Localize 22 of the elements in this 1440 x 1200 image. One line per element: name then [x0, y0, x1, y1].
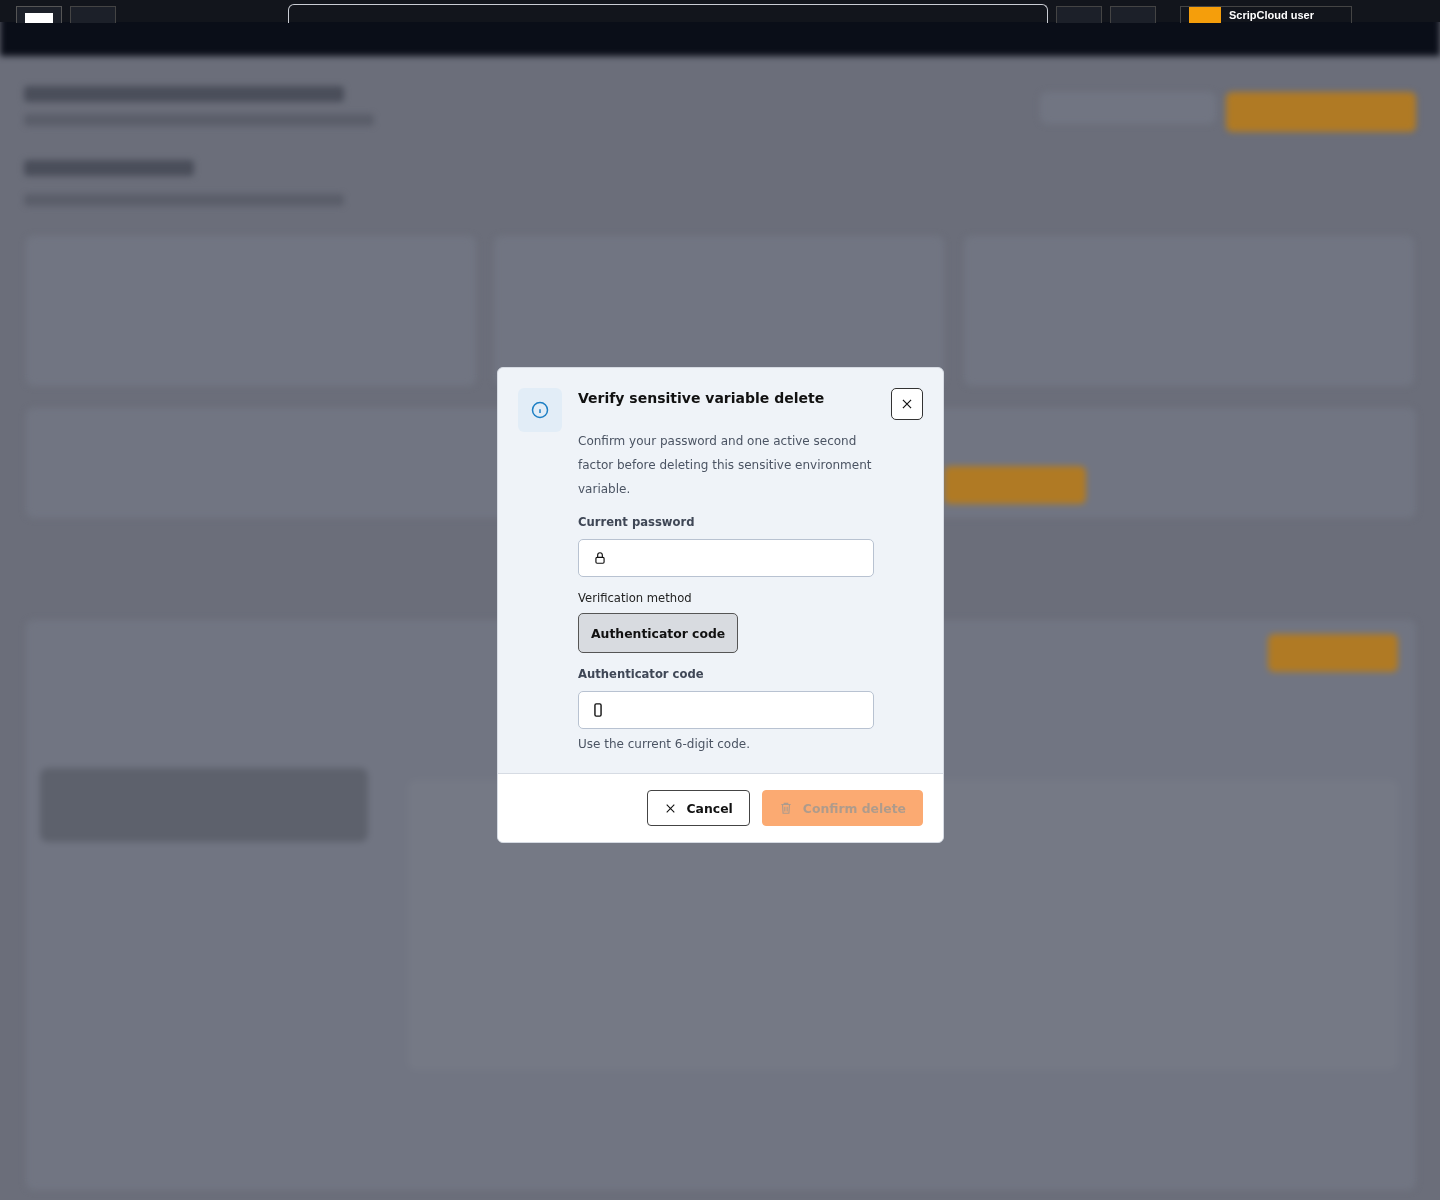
dialog-description: Confirm your password and one active second factor before deleting this sensitive environment variable. — [578, 433, 873, 498]
trash-icon — [778, 801, 793, 815]
info-icon — [531, 401, 549, 419]
close-icon — [900, 397, 914, 411]
toolbar-button[interactable] — [1110, 6, 1156, 23]
code-field[interactable] — [578, 691, 874, 729]
field-label: Verification method — [578, 591, 693, 605]
password-field[interactable] — [578, 539, 874, 577]
phone-icon — [593, 703, 603, 717]
logo-icon[interactable] — [16, 6, 62, 23]
user-name: ScripCloud user — [1229, 8, 1314, 22]
field-hint: Use the current 6-digit code. — [578, 737, 751, 751]
menu-button[interactable] — [70, 6, 116, 23]
avatar-icon — [1189, 7, 1221, 23]
lock-icon — [593, 551, 607, 565]
toolbar-button[interactable] — [1056, 6, 1102, 23]
close-button[interactable] — [891, 388, 923, 420]
dialog-title: Verify sensitive variable delete — [578, 390, 825, 406]
method-option[interactable]: Authenticator code — [578, 613, 739, 653]
field-label: Current password — [578, 515, 696, 529]
field-label: Authenticator code — [578, 667, 705, 681]
cancel-button[interactable]: Cancel — [646, 790, 750, 826]
